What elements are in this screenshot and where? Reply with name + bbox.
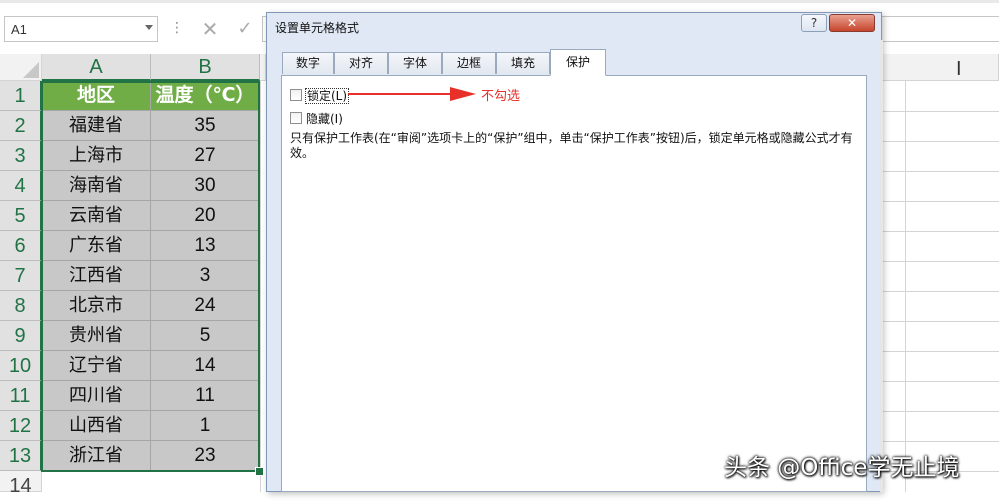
tab-font[interactable]: 字体: [388, 52, 442, 74]
gridline: [880, 411, 999, 412]
column-header-far[interactable]: [882, 54, 999, 81]
locked-label[interactable]: 锁定(L): [305, 87, 350, 104]
close-button[interactable]: ✕: [829, 14, 875, 32]
hidden-label[interactable]: 隐藏(I): [306, 110, 343, 127]
cancel-entry-icon[interactable]: ✕: [196, 15, 224, 43]
protection-note: 只有保护工作表(在“审阅”选项卡上的“保护”组中，单击“保护工作表”按钮)后，锁…: [290, 131, 853, 160]
gridline: [880, 441, 999, 442]
row-header[interactable]: 11: [0, 381, 42, 411]
help-button[interactable]: ?: [801, 14, 827, 32]
gridline: [880, 381, 999, 382]
gridline: [905, 81, 906, 492]
row-header[interactable]: 5: [0, 201, 42, 231]
gridline: [880, 231, 999, 232]
tab-protection[interactable]: 保护: [550, 49, 606, 76]
row-header[interactable]: 10: [0, 351, 42, 381]
row-header[interactable]: 12: [0, 411, 42, 441]
annotation-text: 不勾选: [481, 89, 521, 104]
hidden-checkbox[interactable]: [290, 112, 302, 124]
tab-border[interactable]: 边框: [442, 52, 496, 74]
gridline: [880, 351, 999, 352]
row-header[interactable]: 13: [0, 441, 42, 471]
row-header[interactable]: 2: [0, 111, 42, 141]
row-header[interactable]: 4: [0, 171, 42, 201]
gridline: [880, 171, 999, 172]
dialog-shadow-edge: [880, 40, 883, 492]
gridline: [880, 201, 999, 202]
row-header[interactable]: 3: [0, 141, 42, 171]
gridline: [880, 291, 999, 292]
row-header[interactable]: 9: [0, 321, 42, 351]
fill-handle[interactable]: [255, 467, 264, 476]
text-cursor-icon: I: [956, 58, 962, 80]
selection-outline: [41, 81, 260, 472]
tab-alignment[interactable]: 对齐: [334, 52, 388, 74]
row-header[interactable]: 1: [0, 81, 42, 111]
annotation-arrow-icon: [348, 87, 476, 101]
row-header[interactable]: 6: [0, 231, 42, 261]
gridline: [880, 111, 999, 112]
name-box-value: A1: [11, 22, 27, 37]
gridline: [880, 321, 999, 322]
watermark: 头条 @Office学无止境: [724, 455, 960, 481]
tab-number[interactable]: 数字: [282, 52, 334, 74]
chevron-down-icon[interactable]: [145, 25, 153, 30]
ribbon-edge: [0, 0, 999, 3]
row-header[interactable]: 7: [0, 261, 42, 291]
locked-label-text: 锁定(L): [305, 88, 350, 104]
dialog-title: 设置单元格格式: [275, 21, 360, 35]
tab-fill[interactable]: 填充: [496, 52, 550, 74]
enter-entry-icon[interactable]: ✓: [231, 15, 259, 43]
row-header[interactable]: 14: [0, 471, 42, 497]
formula-bar-grip-icon[interactable]: ⋮: [170, 20, 184, 36]
select-all-corner[interactable]: [0, 54, 42, 81]
locked-checkbox[interactable]: [290, 89, 302, 101]
row-header[interactable]: 8: [0, 291, 42, 321]
gridline: [260, 81, 261, 492]
gridline: [880, 261, 999, 262]
column-header-a[interactable]: A: [42, 54, 151, 81]
column-header-b[interactable]: B: [151, 54, 260, 81]
gridline: [880, 141, 999, 142]
name-box[interactable]: A1: [4, 16, 158, 42]
